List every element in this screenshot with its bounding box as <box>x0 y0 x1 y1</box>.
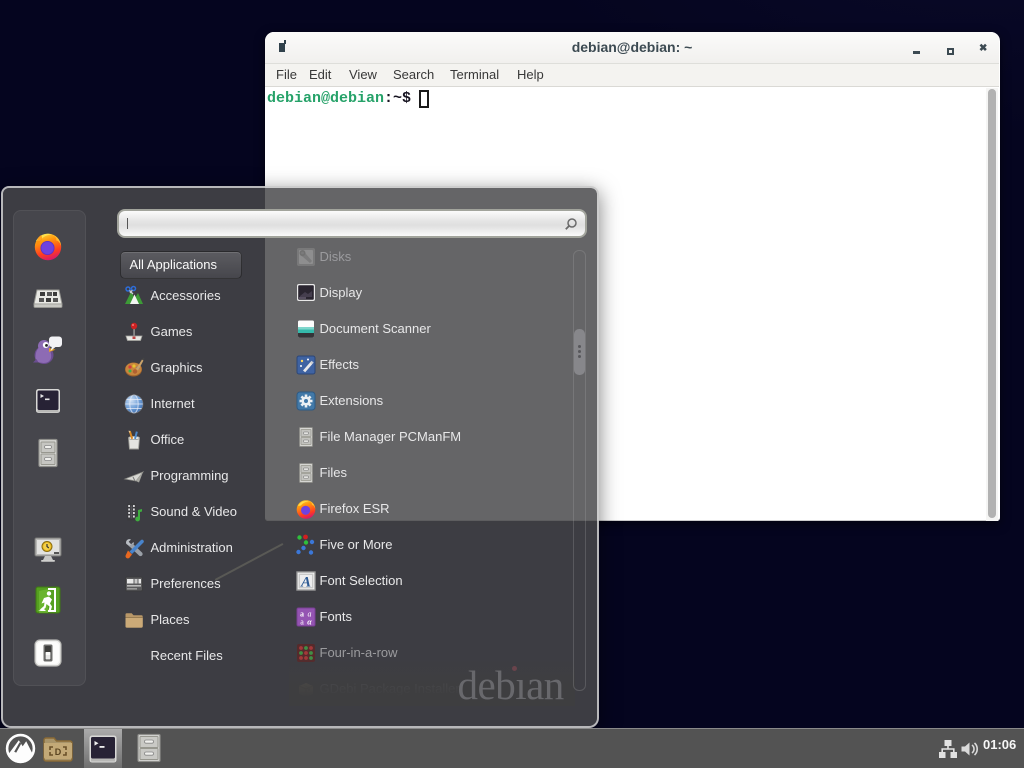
svg-text:D: D <box>55 747 62 757</box>
svg-text:a: a <box>300 617 304 626</box>
svg-text:A: A <box>299 574 310 590</box>
svg-text:α: α <box>307 617 312 626</box>
